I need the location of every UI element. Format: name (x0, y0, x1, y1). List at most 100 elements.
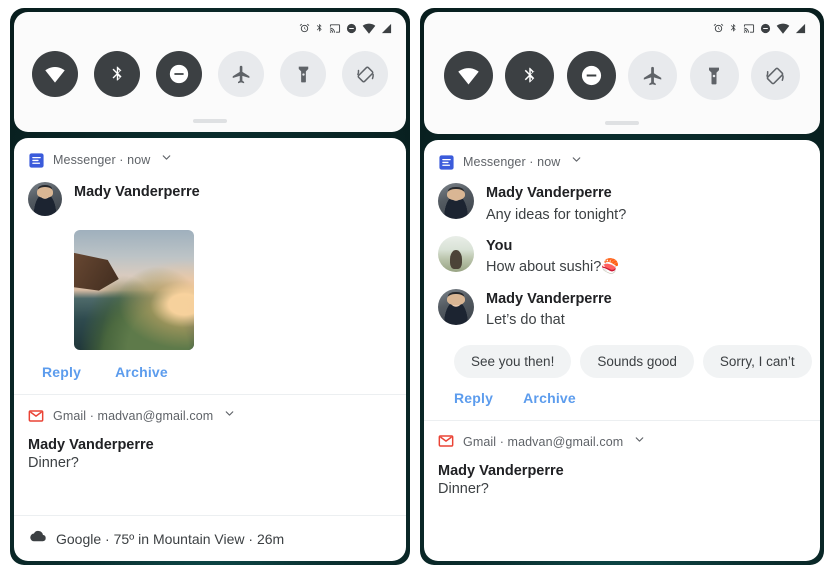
messenger-icon (28, 152, 45, 169)
smart-reply-chips: See you then! Sounds good Sorry, I can’t (438, 331, 812, 378)
archive-button[interactable]: Archive (115, 364, 168, 380)
message-text: Any ideas for tonight? (486, 206, 627, 223)
do-not-disturb-icon (346, 23, 357, 34)
quick-settings-drag-handle[interactable] (193, 119, 227, 123)
notification-actions: Reply Archive (438, 378, 806, 420)
tile-auto-rotate[interactable] (342, 51, 388, 97)
message-sender: Mady Vanderperre (486, 290, 612, 307)
gmail-subject: Dinner? (28, 455, 79, 471)
bluetooth-icon (315, 22, 324, 34)
gmail-sender: Mady Vanderperre (438, 462, 564, 479)
cloud-icon (28, 529, 47, 548)
tile-do-not-disturb[interactable] (566, 51, 616, 100)
tile-flashlight[interactable] (280, 51, 326, 97)
archive-button[interactable]: Archive (523, 390, 576, 406)
notification-gmail-left[interactable]: Gmail · madvan@gmail.com Mady Vanderperr… (14, 394, 406, 484)
status-bar-left (14, 19, 406, 37)
message-sender: You (486, 237, 513, 254)
wifi-icon (776, 23, 790, 34)
reply-button[interactable]: Reply (454, 390, 493, 406)
notification-messenger-right[interactable]: Messenger · now Mady Vanderperre Any ide… (424, 140, 820, 420)
alarm-icon (713, 23, 724, 34)
notification-app-line: Messenger · now (53, 153, 151, 167)
notification-google-left[interactable]: Google · 75º in Mountain View · 26m (14, 515, 406, 561)
notification-shade-left: Messenger · now Mady Vanderperre Reply A… (14, 138, 406, 561)
shade-spacer (14, 484, 406, 515)
quick-settings-drag-handle[interactable] (605, 121, 639, 125)
notification-messenger-left[interactable]: Messenger · now Mady Vanderperre Reply A… (14, 138, 406, 394)
tile-wifi[interactable] (444, 51, 493, 100)
avatar (438, 288, 474, 325)
smart-reply-chip[interactable]: Sounds good (580, 344, 694, 378)
notification-header: Gmail · madvan@gmail.com (438, 432, 806, 452)
cellular-signal-icon (795, 23, 806, 34)
do-not-disturb-icon (760, 23, 771, 34)
tile-do-not-disturb[interactable] (156, 51, 202, 97)
chevron-down-icon[interactable] (570, 153, 583, 171)
quick-settings-panel-left (14, 12, 406, 132)
alarm-icon (299, 23, 310, 34)
tile-bluetooth[interactable] (94, 51, 140, 97)
message-body: Mady Vanderperre Let’s do that (486, 289, 612, 331)
avatar (438, 183, 474, 219)
message-image-attachment[interactable] (74, 230, 194, 350)
message-row: Mady Vanderperre (28, 182, 392, 216)
message-row: You How about sushi?🍣 (438, 235, 806, 278)
notification-header: Gmail · madvan@gmail.com (28, 406, 392, 426)
tile-bluetooth[interactable] (505, 51, 555, 100)
gmail-sender: Mady Vanderperre (28, 437, 154, 453)
tile-airplane-mode[interactable] (218, 51, 264, 97)
bluetooth-icon (521, 64, 539, 87)
smart-reply-chip[interactable]: See you then! (454, 344, 572, 378)
tile-wifi[interactable] (32, 51, 78, 97)
cast-icon (329, 23, 341, 34)
flashlight-icon (704, 66, 724, 86)
notification-actions: Reply Archive (28, 350, 392, 394)
bluetooth-icon (109, 63, 126, 85)
status-bar-right (424, 19, 820, 37)
chevron-down-icon[interactable] (223, 407, 236, 425)
notification-shade-right: Messenger · now Mady Vanderperre Any ide… (424, 140, 820, 561)
avatar (28, 182, 62, 216)
notification-header: Messenger · now (438, 152, 806, 172)
message-text: Let’s do that (486, 312, 565, 329)
chevron-down-icon[interactable] (160, 151, 173, 169)
tile-flashlight[interactable] (689, 51, 739, 100)
cellular-signal-icon (381, 23, 392, 34)
message-text: How about sushi?🍣 (486, 259, 620, 276)
notification-gmail-right[interactable]: Gmail · madvan@gmail.com Mady Vanderperr… (424, 419, 820, 510)
message-row: Mady Vanderperre Let’s do that (438, 288, 806, 331)
do-not-disturb-icon (168, 63, 190, 85)
notification-app-line: Gmail · madvan@gmail.com (463, 434, 624, 449)
notification-app-line: Messenger · now (463, 155, 561, 169)
quick-settings-tiles-left (14, 51, 406, 97)
smart-reply-chip[interactable]: Sorry, I can’t (702, 344, 812, 378)
google-weather-text: Google · 75º in Mountain View · 26m (56, 530, 285, 547)
message-sender: Mady Vanderperre (74, 184, 200, 200)
bluetooth-icon (729, 22, 738, 34)
tile-auto-rotate[interactable] (750, 51, 800, 100)
quick-settings-tiles-right (424, 51, 820, 100)
reply-button[interactable]: Reply (42, 364, 81, 380)
phone-right: Messenger · now Mady Vanderperre Any ide… (420, 8, 824, 565)
notification-app-line: Gmail · madvan@gmail.com (53, 409, 214, 423)
avatar (438, 235, 474, 272)
gmail-subject: Dinner? (438, 480, 489, 497)
cast-icon (743, 23, 755, 34)
quick-settings-panel-right (424, 12, 820, 134)
tile-airplane-mode[interactable] (628, 51, 678, 100)
airplane-icon (642, 65, 664, 87)
message-body: Mady Vanderperre (74, 182, 200, 203)
messenger-icon (438, 154, 455, 171)
message-sender: Mady Vanderperre (486, 185, 612, 201)
message-row: Mady Vanderperre Any ideas for tonight? (438, 183, 806, 225)
message-body: You How about sushi?🍣 (486, 236, 619, 278)
airplane-icon (231, 64, 252, 85)
wifi-icon (362, 23, 376, 34)
gmail-icon (28, 408, 45, 425)
wifi-icon (457, 67, 480, 85)
auto-rotate-icon (764, 65, 786, 87)
screenshot-root: Messenger · now Mady Vanderperre Reply A… (0, 0, 834, 573)
chevron-down-icon[interactable] (633, 433, 646, 451)
flashlight-icon (294, 65, 313, 84)
